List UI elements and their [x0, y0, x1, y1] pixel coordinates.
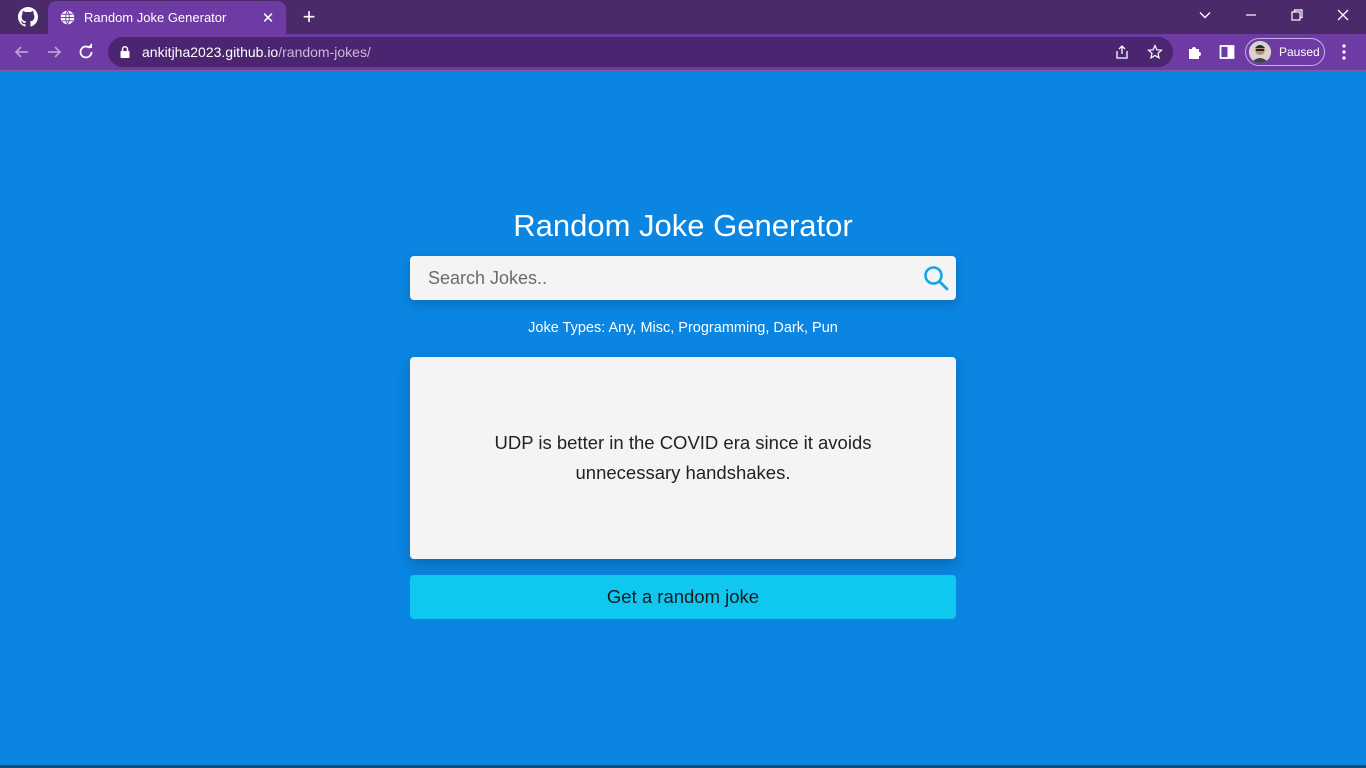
minimize-icon[interactable]	[1228, 0, 1274, 30]
forward-arrow-icon[interactable]	[44, 42, 64, 62]
tab-close-icon[interactable]: ✕	[260, 9, 276, 27]
back-arrow-icon[interactable]	[12, 42, 32, 62]
page-content: Random Joke Generator Joke Types: Any, M…	[0, 71, 1366, 768]
url-path: /random-jokes/	[278, 44, 371, 60]
share-icon[interactable]	[1114, 44, 1130, 60]
profile-button[interactable]: Paused	[1245, 38, 1325, 66]
globe-icon	[60, 10, 75, 25]
side-panel-icon[interactable]	[1218, 43, 1236, 61]
avatar	[1249, 41, 1271, 63]
new-tab-button[interactable]: +	[298, 6, 320, 28]
url-text: ankitjha2023.github.io/random-jokes/	[142, 44, 371, 60]
browser-titlebar: Random Joke Generator ✕ +	[0, 0, 1366, 34]
restore-icon[interactable]	[1274, 0, 1320, 30]
tab-search-icon[interactable]	[1182, 0, 1228, 30]
github-icon[interactable]	[18, 7, 38, 27]
joke-card: UDP is better in the COVID era since it …	[410, 357, 956, 559]
puzzle-icon[interactable]	[1186, 43, 1204, 61]
browser-toolbar: ankitjha2023.github.io/random-jokes/ Pau…	[0, 34, 1366, 70]
url-host: ankitjha2023.github.io	[142, 44, 279, 60]
search-input[interactable]	[410, 256, 910, 300]
reload-icon[interactable]	[76, 42, 96, 62]
tab-title: Random Joke Generator	[84, 10, 227, 25]
lock-icon[interactable]	[118, 45, 132, 59]
joke-text: UDP is better in the COVID era since it …	[494, 432, 872, 483]
more-menu-icon[interactable]	[1336, 42, 1352, 62]
profile-status: Paused	[1279, 45, 1320, 59]
search-icon[interactable]	[923, 265, 949, 291]
browser-tab-active[interactable]: Random Joke Generator ✕	[48, 1, 286, 34]
get-random-joke-button[interactable]: Get a random joke	[410, 575, 956, 619]
page-title: Random Joke Generator	[513, 208, 853, 243]
close-window-icon[interactable]	[1320, 0, 1366, 30]
joke-types-text: Joke Types: Any, Misc, Programming, Dark…	[528, 320, 838, 336]
search-bar	[410, 256, 956, 300]
address-bar[interactable]: ankitjha2023.github.io/random-jokes/	[108, 37, 1173, 67]
star-icon[interactable]	[1147, 44, 1163, 60]
